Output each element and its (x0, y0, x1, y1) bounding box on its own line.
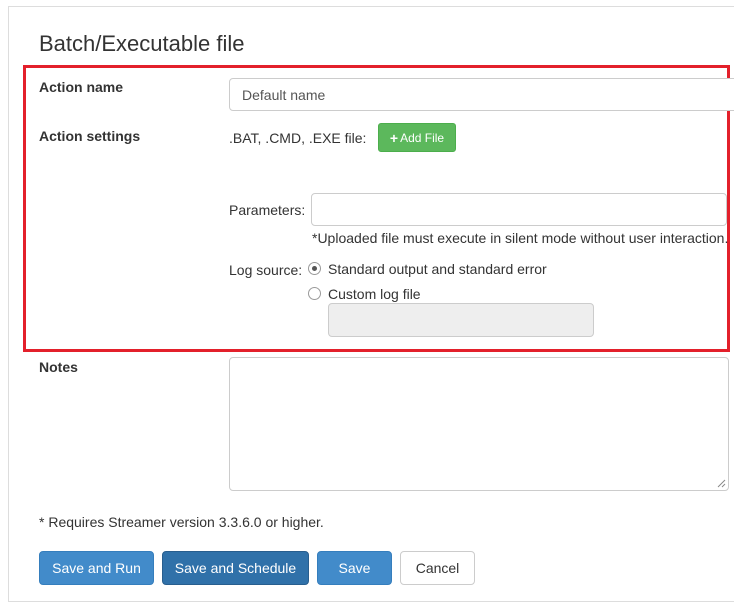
cancel-button[interactable]: Cancel (400, 551, 475, 585)
action-settings-label: Action settings (39, 128, 141, 144)
resize-handle-icon[interactable] (717, 479, 726, 488)
page-title: Batch/Executable file (39, 31, 245, 56)
notes-label: Notes (39, 359, 78, 375)
log-option-custom-label[interactable]: Custom log file (328, 286, 421, 302)
log-source-label: Log source: (229, 262, 303, 278)
notes-textarea[interactable] (229, 357, 729, 491)
version-requirement-note: * Requires Streamer version 3.3.6.0 or h… (39, 514, 324, 530)
file-type-label: .BAT, .CMD, .EXE file: (229, 130, 367, 146)
custom-log-file-input[interactable] (328, 303, 594, 337)
silent-mode-note: *Uploaded file must execute in silent mo… (312, 230, 729, 246)
save-and-schedule-button[interactable]: Save and Schedule (162, 551, 309, 585)
action-name-label: Action name (39, 79, 124, 95)
plus-icon: + (389, 129, 399, 146)
log-option-custom-radio[interactable] (308, 287, 321, 300)
action-name-input[interactable] (229, 78, 734, 111)
add-file-label: Add File (400, 130, 445, 145)
save-and-run-button[interactable]: Save and Run (39, 551, 154, 585)
add-file-button[interactable]: + Add File (378, 123, 456, 152)
parameters-label: Parameters: (229, 202, 306, 218)
log-option-standard-radio[interactable] (308, 262, 321, 275)
log-option-standard-label[interactable]: Standard output and standard error (328, 261, 547, 277)
parameters-input[interactable] (311, 193, 727, 226)
save-button[interactable]: Save (317, 551, 392, 585)
